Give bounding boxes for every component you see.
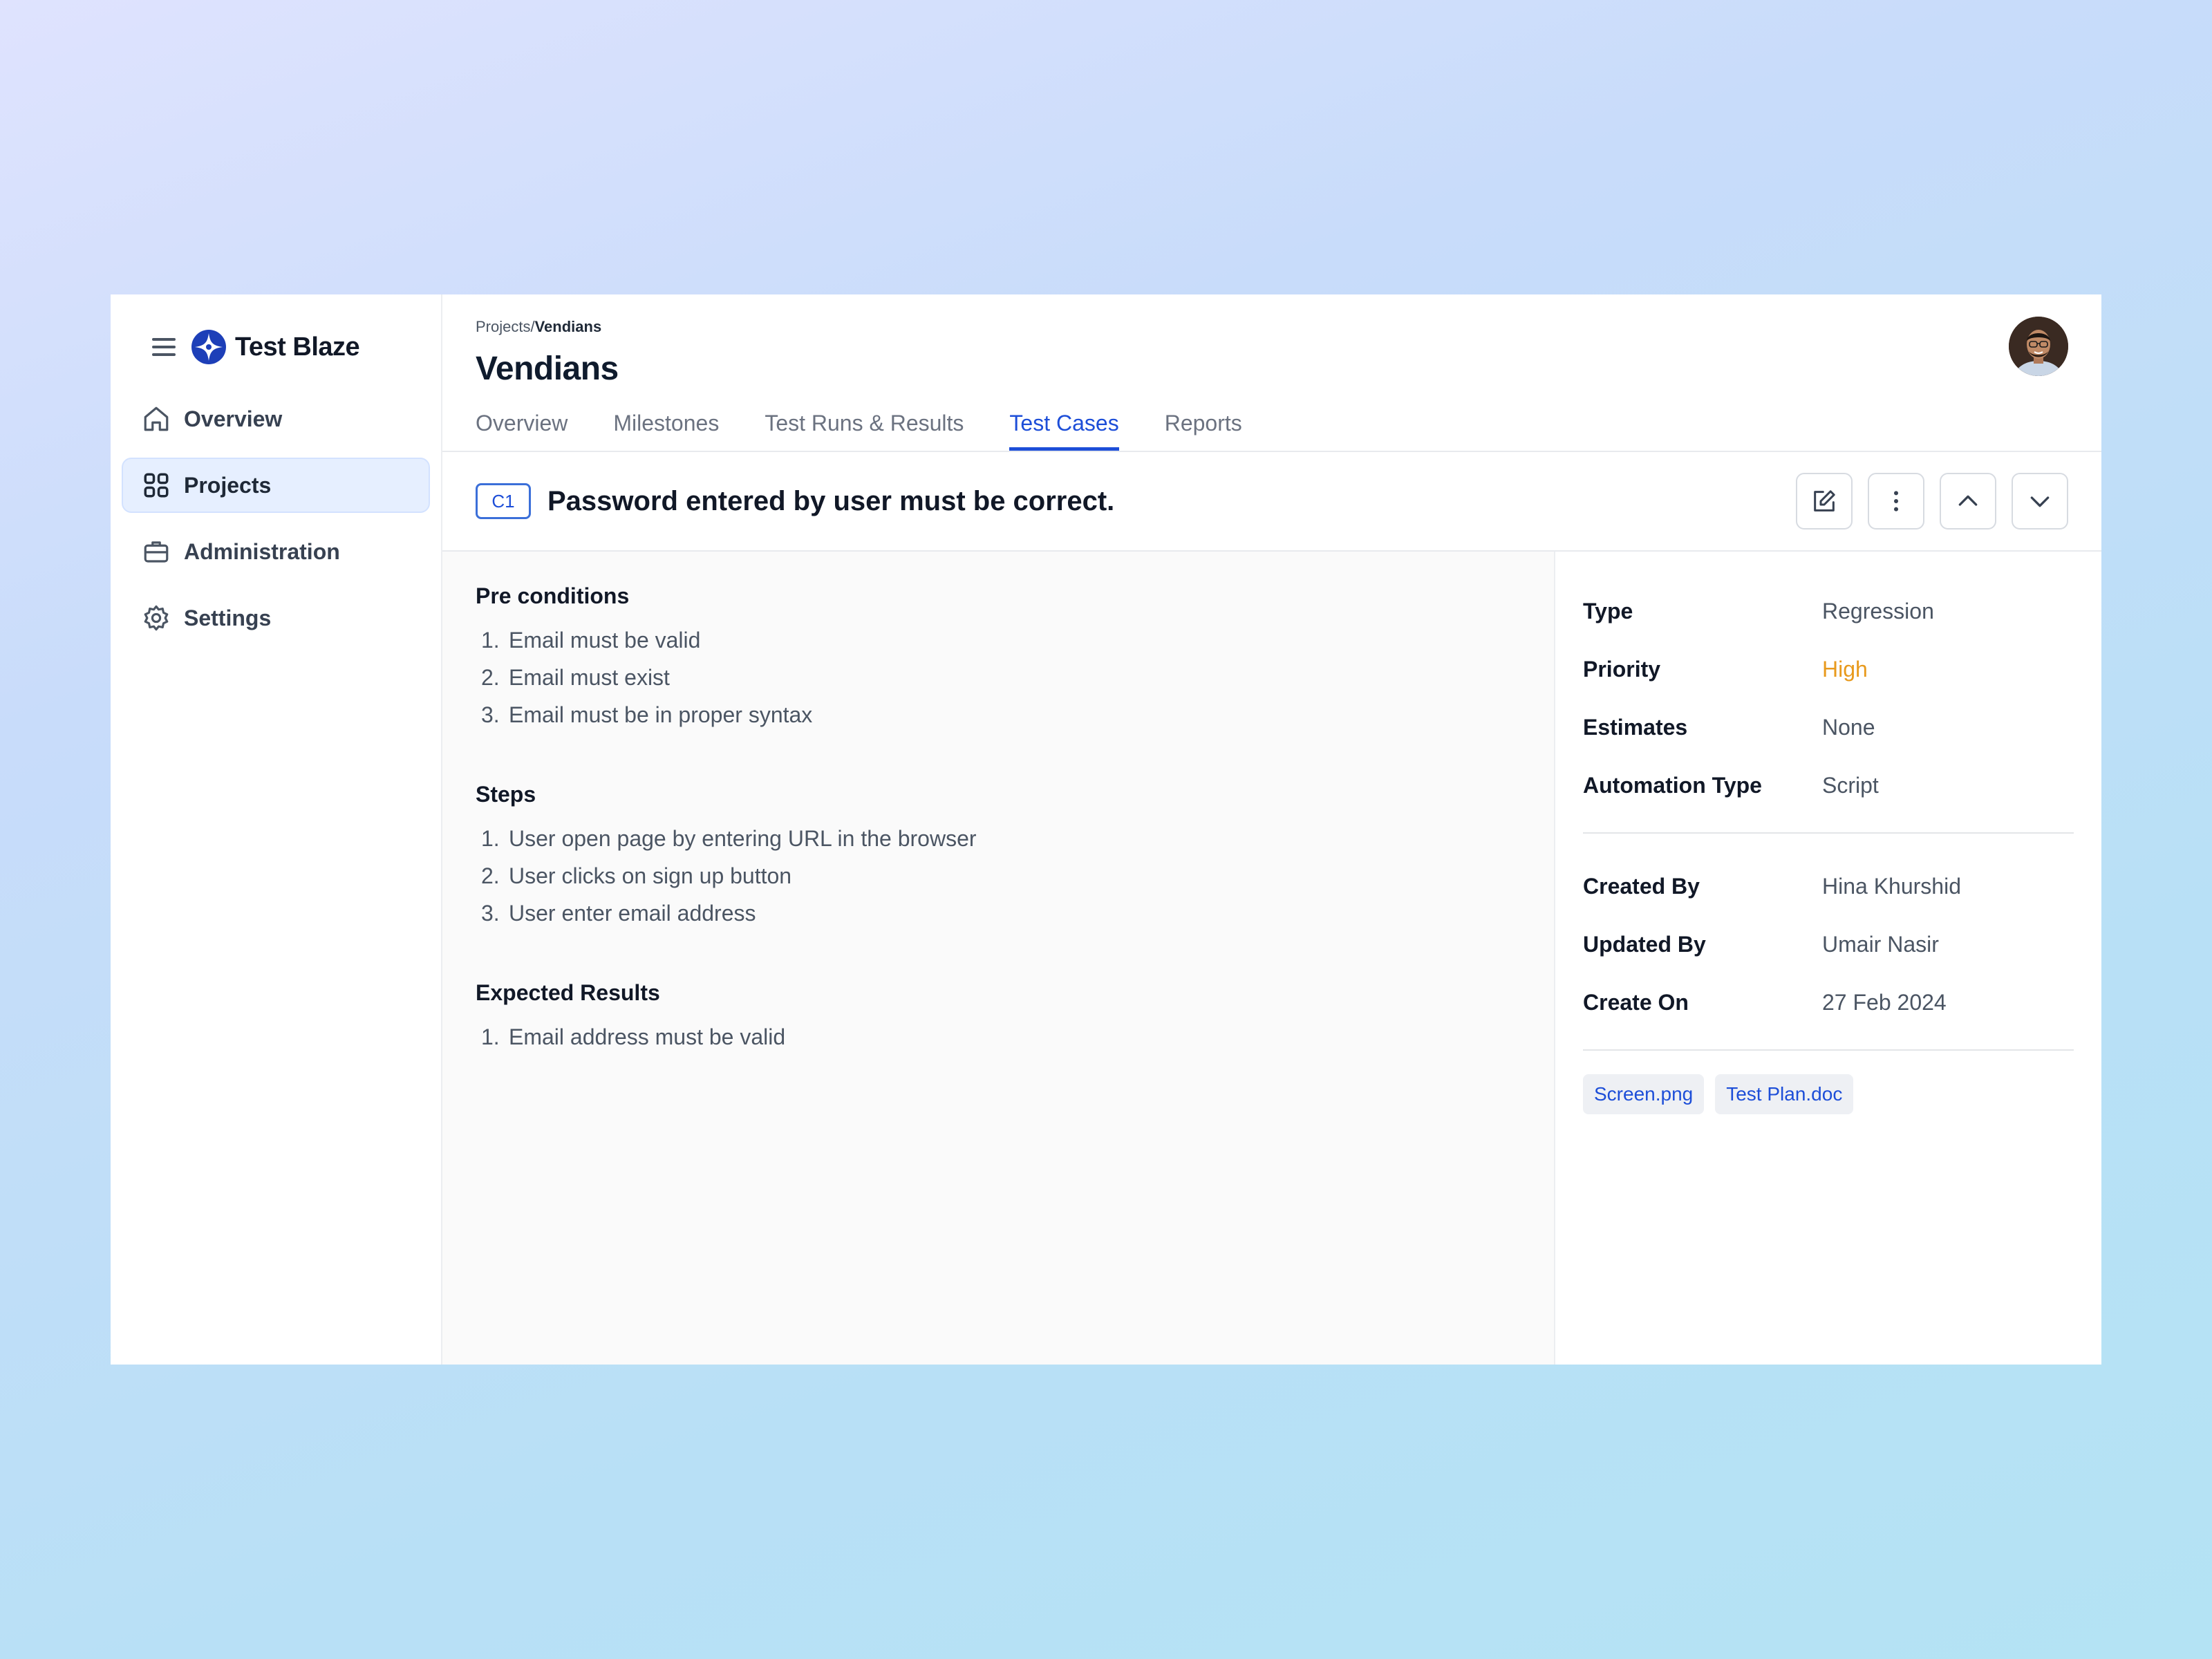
chevron-down-icon: [2030, 496, 2050, 507]
page-header: Projects/Vendians Vendians Overview Mile…: [442, 294, 2101, 452]
edit-button[interactable]: [1796, 473, 1853, 529]
test-case-details: Pre conditions 1. Email must be valid 2. E…: [442, 552, 1555, 1365]
test-case-header: C1 Password entered by user must be corr…: [442, 452, 2101, 552]
property-estimates: Estimates None: [1583, 698, 2074, 756]
list-item: 2. User clicks on sign up button: [481, 863, 792, 888]
logo-icon: [191, 330, 226, 364]
property-value: 27 Feb 2024: [1822, 989, 1947, 1015]
edit-icon: [1814, 490, 1835, 512]
property-created-by: Created By Hina Khurshid: [1583, 857, 2074, 915]
sidebar-item-administration[interactable]: Administration: [122, 524, 430, 579]
sidebar-item-label: Overview: [184, 406, 283, 431]
tab-test-cases[interactable]: Test Cases: [1009, 411, 1119, 451]
list-item: 3. Email must be in proper syntax: [481, 702, 813, 727]
section-title: Expected Results: [476, 980, 660, 1005]
property-value: None: [1822, 714, 1875, 740]
breadcrumb-current: Vendians: [534, 318, 602, 335]
property-label: Priority: [1583, 656, 1661, 682]
brand: Test Blaze: [122, 325, 430, 369]
sidebar-item-overview[interactable]: Overview: [122, 391, 430, 447]
test-case-id-badge: C1: [476, 483, 531, 519]
sidebar-item-label: Settings: [184, 605, 272, 630]
property-label: Updated By: [1583, 931, 1706, 957]
breadcrumb-root[interactable]: Projects/: [476, 318, 535, 336]
briefcase-icon: [141, 536, 171, 567]
property-value: Regression: [1822, 598, 1934, 624]
expected-results-section: Expected Results 1. Email address must be…: [476, 980, 1521, 1056]
steps-section: Steps 1. User open page by entering URL i…: [476, 782, 1521, 932]
property-label: Create On: [1583, 989, 1689, 1015]
property-automation-type: Automation Type Script: [1583, 756, 2074, 814]
sidebar-item-settings[interactable]: Settings: [122, 590, 430, 646]
property-updated-by: Updated By Umair Nasir: [1583, 915, 2074, 973]
sidebar: Test Blaze Overview Projects Administrat…: [111, 294, 442, 1365]
list-item: 1. Email address must be valid: [481, 1024, 786, 1049]
section-title: Steps: [476, 782, 536, 807]
tab-reports[interactable]: Reports: [1165, 411, 1242, 451]
list-item: 1. Email must be valid: [481, 628, 701, 653]
property-value: Script: [1822, 772, 1879, 798]
more-vertical-icon: [1894, 491, 1898, 512]
list-item: 2. Email must exist: [481, 665, 670, 690]
tab-test-runs-results[interactable]: Test Runs & Results: [765, 411, 964, 451]
attachment-chip[interactable]: Test Plan.doc: [1715, 1074, 1854, 1114]
divider: [1583, 832, 2074, 834]
attachments: Screen.png Test Plan.doc: [1583, 1074, 2074, 1114]
more-options-button[interactable]: [1868, 473, 1924, 529]
attachment-chip[interactable]: Screen.png: [1583, 1074, 1705, 1114]
sidebar-item-projects[interactable]: Projects: [122, 458, 430, 513]
next-case-button[interactable]: [2012, 473, 2068, 529]
chevron-up-icon: [1958, 495, 1978, 506]
property-label: Estimates: [1583, 714, 1688, 740]
property-value: Umair Nasir: [1822, 931, 1939, 957]
divider: [1583, 1049, 2074, 1051]
grid-icon: [141, 470, 171, 500]
property-label: Created By: [1583, 873, 1700, 899]
test-case-title: Password entered by user must be correct…: [547, 485, 1115, 516]
property-value: Hina Khurshid: [1822, 873, 1961, 899]
tab-bar: Overview Milestones Test Runs & Results …: [476, 411, 1288, 451]
list-item: 1. User open page by entering URL in the …: [481, 826, 977, 851]
preconditions-section: Pre conditions 1. Email must be valid 2. E…: [476, 583, 1521, 733]
section-title: Pre conditions: [476, 583, 630, 608]
test-case-actions: [1781, 473, 2068, 529]
main-content: Projects/Vendians Vendians Overview Mile…: [442, 294, 2101, 1365]
breadcrumb: Projects/Vendians: [476, 317, 2068, 337]
tab-milestones[interactable]: Milestones: [613, 411, 719, 451]
property-label: Type: [1583, 598, 1633, 624]
brand-name: Test Blaze: [235, 332, 360, 362]
app-window: Test Blaze Overview Projects Administrat…: [111, 294, 2101, 1365]
test-case-body: Pre conditions 1. Email must be valid 2. E…: [442, 552, 2101, 1365]
property-created-on: Create On 27 Feb 2024: [1583, 973, 2074, 1031]
properties-panel: Type Regression Priority High Estimates …: [1555, 552, 2101, 1365]
priority-value: High: [1822, 656, 1868, 682]
previous-case-button[interactable]: [1940, 473, 1996, 529]
sidebar-item-label: Administration: [184, 538, 340, 564]
page-title: Vendians: [476, 350, 619, 387]
sidebar-item-label: Projects: [184, 472, 272, 498]
home-icon: [141, 404, 171, 434]
tab-overview[interactable]: Overview: [476, 411, 568, 451]
property-priority: Priority High: [1583, 640, 2074, 698]
avatar[interactable]: [2009, 317, 2068, 376]
list-item: 3. User enter email address: [481, 901, 756, 926]
property-label: Automation Type: [1583, 772, 1762, 798]
gear-icon: [141, 603, 171, 633]
hamburger-menu-icon[interactable]: [151, 336, 177, 358]
property-type: Type Regression: [1583, 582, 2074, 640]
